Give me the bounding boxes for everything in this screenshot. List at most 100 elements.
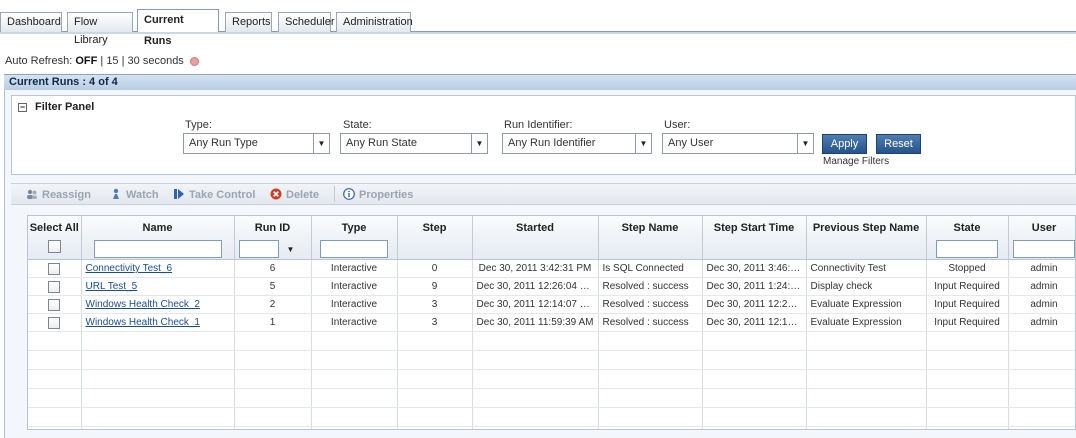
step-header[interactable]: Step [397,216,473,260]
name-header-label: Name [142,222,173,234]
delete-button[interactable]: Delete [270,188,319,201]
auto-refresh-sep-2: | [118,55,128,67]
chevron-down-icon[interactable]: ▼ [313,134,329,153]
chevron-down-icon[interactable]: ▼ [797,134,813,153]
table-row[interactable]: URL Test_5 5 Interactive 9 Dec 30, 2011 … [28,277,1075,296]
name-header[interactable]: Name [81,216,235,260]
user-cell: admin [1008,295,1075,314]
auto-refresh-label: Auto Refresh: [5,55,76,67]
state-header[interactable]: State [926,216,1009,260]
name-filter-input[interactable] [93,240,222,258]
runs-grid: Select All Name Run ID ▼ Type Step Starte… [28,216,1075,429]
current-runs-header: Current Runs : 4 of 4 [4,74,1076,90]
started-header[interactable]: Started [472,216,599,260]
delete-label: Delete [286,189,320,201]
started-header-label: Started [516,222,554,234]
refresh-status-icon [189,56,199,66]
reassign-button[interactable]: Reassign [26,188,91,201]
run-name-link[interactable]: Windows Health Check_1 [86,317,201,328]
manage-filters-link[interactable]: Manage Filters [823,156,889,167]
chevron-down-icon[interactable]: ▼ [471,134,487,153]
empty-row [28,426,1075,429]
run-id-cell: 2 [234,295,312,314]
tab-dashboard[interactable]: Dashboard [0,12,62,32]
user-filter-input[interactable] [1013,240,1075,258]
state-filter-input[interactable] [936,240,998,258]
step-cell: 0 [397,259,473,278]
row-checkbox[interactable] [48,262,61,275]
auto-refresh-sep-1: | [97,55,107,67]
step-start-cell: Dec 30, 2011 12:22:... [702,295,807,314]
step-name-cell: Resolved : success [598,277,703,296]
type-cell: Interactive [311,277,398,296]
collapse-icon[interactable]: − [18,102,27,112]
take-control-icon [174,189,184,199]
type-header[interactable]: Type [311,216,398,260]
run-id-cell: 5 [234,277,312,296]
take-control-button[interactable]: Take Control [173,188,255,201]
watch-button[interactable]: Watch [110,188,159,201]
row-checkbox[interactable] [48,280,61,293]
name-cell: URL Test_5 [81,277,235,296]
filter-panel-title[interactable]: − Filter Panel [18,101,94,113]
started-cell: Dec 30, 2011 3:42:31 PM [472,259,599,278]
empty-row [28,350,1075,370]
step-start-time-header[interactable]: Step Start Time [702,216,807,260]
state-cell: Input Required [926,277,1009,296]
row-checkbox[interactable] [48,316,61,329]
started-cell: Dec 30, 2011 12:26:04 PM [472,277,599,296]
run-name-link[interactable]: Connectivity Test_6 [86,263,173,274]
run-id-filter-input[interactable] [238,240,279,258]
auto-refresh-off[interactable]: OFF [75,55,97,67]
run-name-link[interactable]: URL Test_5 [86,281,138,292]
type-filter-input[interactable] [320,240,388,258]
tab-flow-library[interactable]: Flow Library [67,12,133,46]
run-identifier-select-value: Any Run Identifier [508,137,596,149]
person-icon [113,188,119,199]
auto-refresh-30[interactable]: 30 seconds [128,55,184,67]
run-id-header[interactable]: Run ID ▼ [234,216,312,260]
table-row[interactable]: Windows Health Check_2 2 Interactive 3 D… [28,295,1075,314]
user-select-value: Any User [668,137,714,149]
state-select[interactable]: Any Run State ▼ [340,133,488,154]
run-name-link[interactable]: Windows Health Check_2 [86,299,201,310]
run-identifier-select[interactable]: Any Run Identifier ▼ [502,133,652,154]
table-row[interactable]: Connectivity Test_6 6 Interactive 0 Dec … [28,259,1075,278]
reassign-label: Reassign [42,189,91,201]
apply-button[interactable]: Apply [822,134,867,154]
empty-row [28,388,1075,408]
empty-row [28,407,1075,427]
step-cell: 3 [397,313,473,332]
user-label: User: [664,119,691,131]
auto-refresh-15[interactable]: 15 [106,55,118,67]
step-start-cell: Dec 30, 2011 12:14:... [702,313,807,332]
tab-current-runs[interactable]: Current Runs [137,9,219,47]
select-all-checkbox[interactable] [47,240,61,253]
state-cell: Input Required [926,313,1009,332]
properties-label: Properties [359,189,414,201]
properties-button[interactable]: Properties [343,188,413,201]
run-id-cell: 1 [234,313,312,332]
sort-desc-icon[interactable]: ▼ [287,245,295,254]
previous-step-name-header[interactable]: Previous Step Name [806,216,927,260]
previous-step-name-header-label: Previous Step Name [812,222,920,234]
step-name-header[interactable]: Step Name [598,216,703,260]
user-select[interactable]: Any User ▼ [662,133,814,154]
type-select[interactable]: Any Run Type ▼ [183,133,330,154]
table-row[interactable]: Windows Health Check_1 1 Interactive 3 D… [28,313,1075,332]
previous-step-cell: Evaluate Expression [806,313,927,332]
users-icon [27,189,37,199]
tab-reports[interactable]: Reports [225,12,272,32]
reset-button[interactable]: Reset [876,134,921,154]
chevron-down-icon[interactable]: ▼ [635,134,651,153]
user-header[interactable]: User [1008,216,1075,260]
tab-administration[interactable]: Administration [336,12,413,32]
run-id-cell: 6 [234,259,312,278]
started-cell: Dec 30, 2011 11:59:39 AM [472,313,599,332]
type-label: Type: [185,119,212,131]
tab-scheduler[interactable]: Scheduler [278,12,335,32]
row-checkbox[interactable] [48,298,61,311]
runs-table: Select All Name Run ID ▼ Type Step Starte… [27,215,1076,430]
type-cell: Interactive [311,295,398,314]
row-select-cell [28,313,82,332]
